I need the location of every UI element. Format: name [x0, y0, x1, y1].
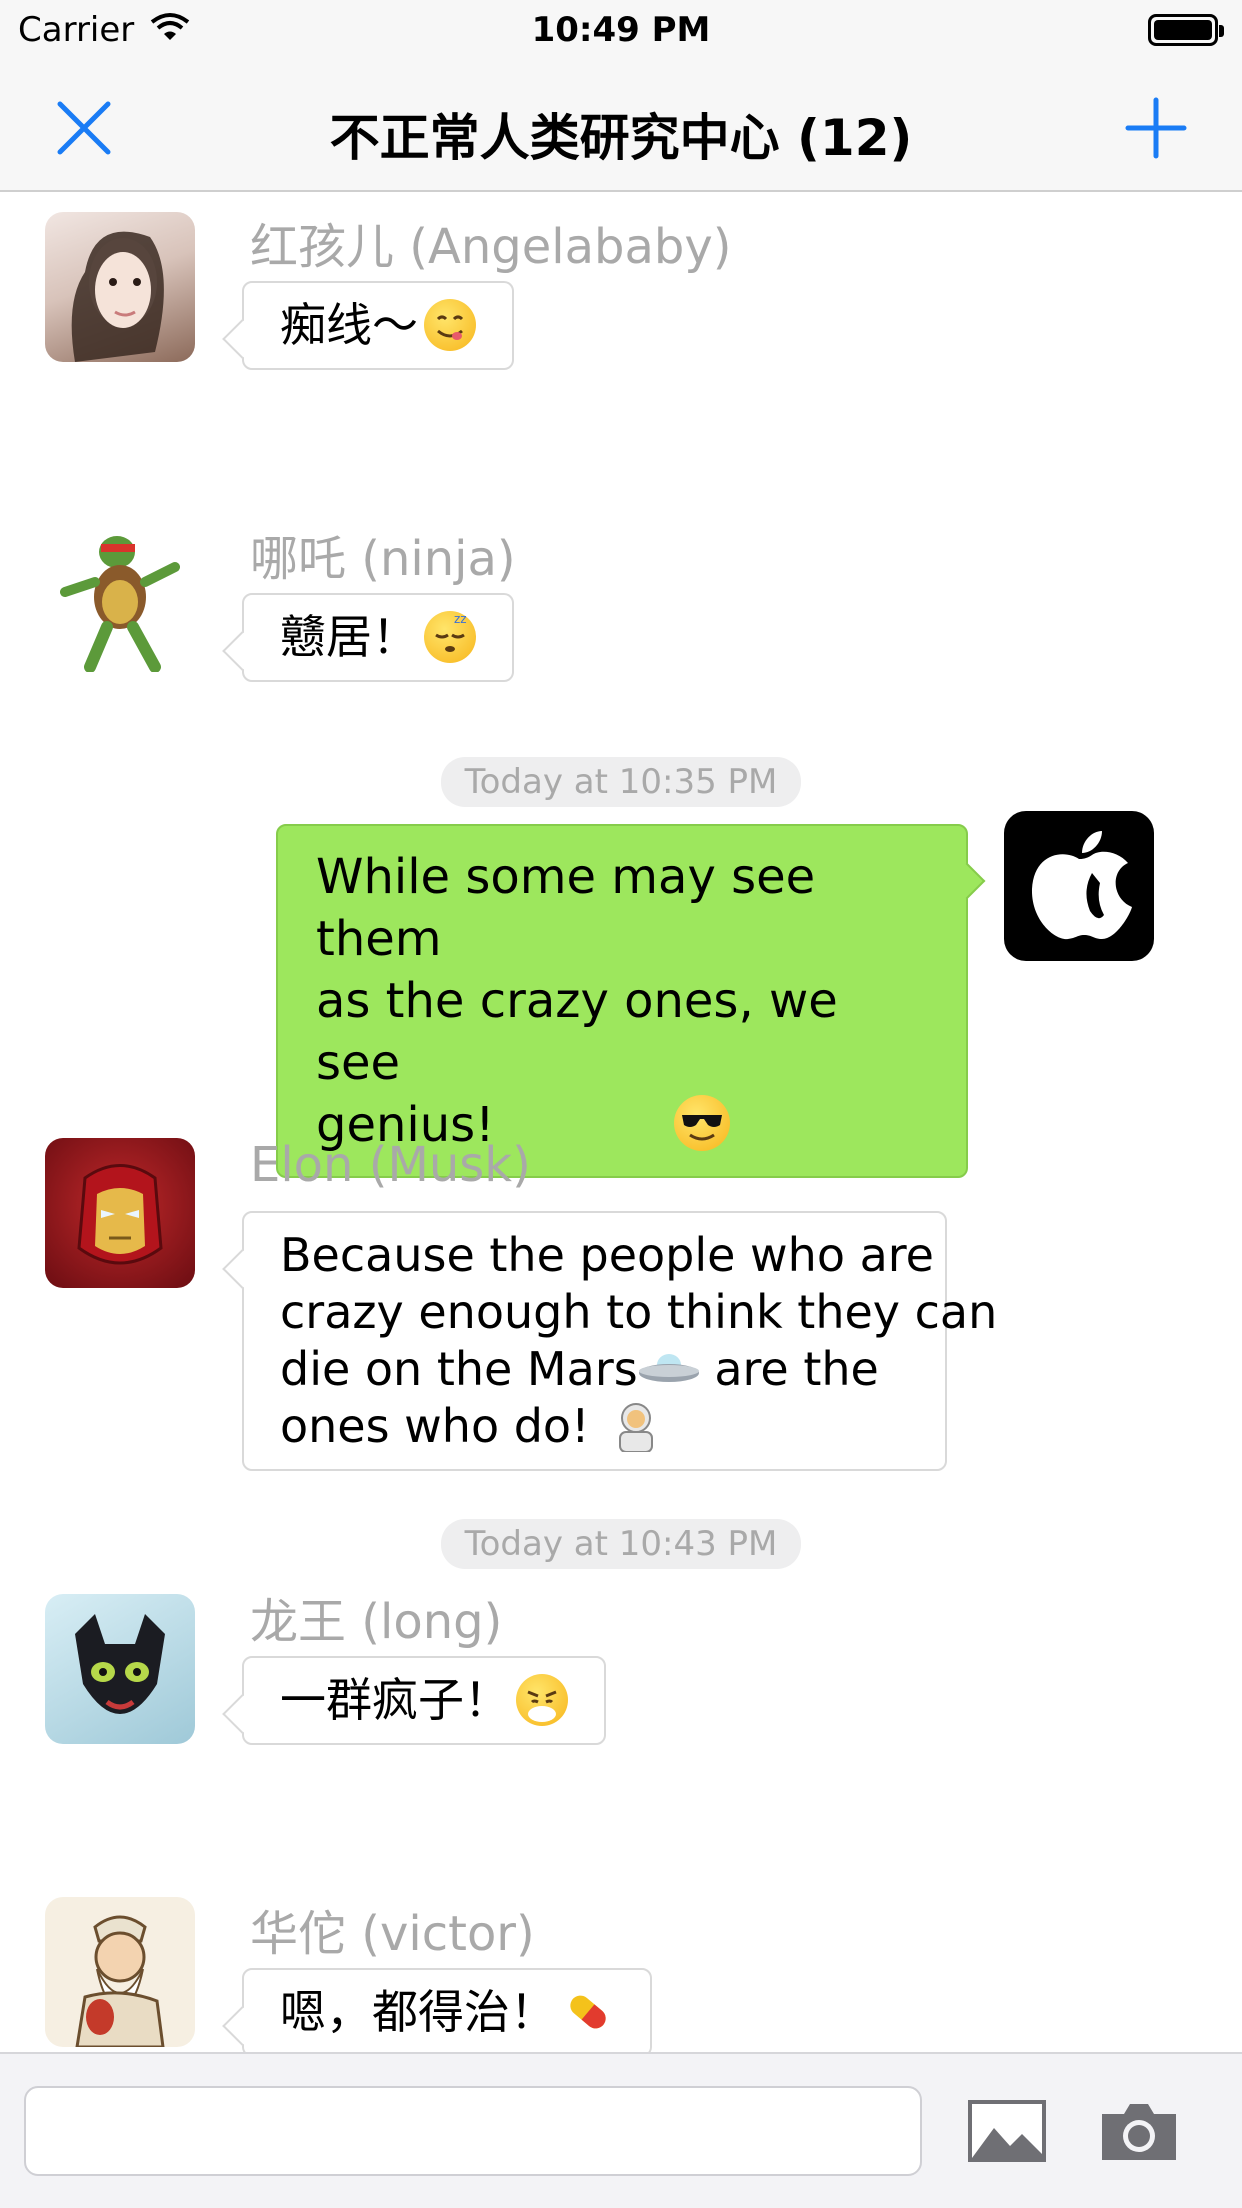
sleeping-face-emoji: zz: [424, 611, 476, 663]
timestamp-label: Today at 10:35 PM: [440, 757, 802, 807]
astronaut-emoji: [610, 1400, 662, 1453]
sender-name: Elon (Musk): [250, 1137, 531, 1193]
message-text-line: as the crazy ones, we see: [316, 973, 838, 1091]
svg-text:zz: zz: [454, 612, 467, 626]
sender-name: 龙王 (long): [250, 1594, 503, 1650]
outgoing-message-bubble[interactable]: While some may see them as the crazy one…: [276, 824, 968, 1178]
message-bubble[interactable]: 戆居！ zz: [242, 593, 514, 682]
sender-name: 哪吒 (ninja): [250, 531, 516, 587]
nav-bar: 不正常人类研究中心 (12): [0, 62, 1242, 192]
message-text: 戆居！: [280, 610, 418, 664]
avatar[interactable]: [45, 1897, 195, 2047]
avatar[interactable]: [45, 522, 195, 672]
camera-icon[interactable]: [1098, 2098, 1180, 2164]
message-list[interactable]: 红孩儿 (Angelababy) 痴线～ 哪吒 (ninja) 戆居！ zz To…: [0, 192, 1242, 2052]
sunglasses-face-emoji: [674, 1095, 731, 1151]
pill-emoji: [562, 1986, 614, 2038]
plus-icon[interactable]: [1124, 96, 1188, 160]
message-text-line: While some may see them: [316, 849, 816, 967]
steam-face-emoji: [516, 1674, 568, 1726]
message-text: 一群疯子！: [280, 1673, 510, 1727]
avatar[interactable]: [1004, 811, 1154, 961]
message-text-line: die on the Mars: [280, 1342, 638, 1396]
message-input[interactable]: [24, 2086, 922, 2176]
timestamp-label: Today at 10:43 PM: [440, 1519, 802, 1569]
avatar[interactable]: [45, 1594, 195, 1744]
message-text: 嗯，都得治！: [280, 1985, 556, 2039]
sender-name: 红孩儿 (Angelababy): [250, 219, 732, 275]
message-text-line: ones who do!: [280, 1399, 590, 1453]
status-time: 10:49 PM: [531, 10, 711, 50]
message-bubble[interactable]: 嗯，都得治！: [242, 1968, 652, 2052]
message-text-line: are the: [714, 1342, 879, 1396]
message-bubble[interactable]: 一群疯子！: [242, 1656, 606, 1745]
battery-icon: [1148, 14, 1224, 46]
page-title: 不正常人类研究中心 (12): [329, 109, 913, 167]
message-text-line: crazy enough to think they can: [280, 1285, 998, 1339]
status-bar: Carrier 10:49 PM: [0, 0, 1242, 62]
flying-saucer-emoji: [638, 1345, 700, 1385]
avatar[interactable]: [45, 212, 195, 362]
timestamp: Today at 10:43 PM: [0, 1519, 1242, 1569]
timestamp: Today at 10:35 PM: [0, 757, 1242, 807]
input-bar: [0, 2052, 1242, 2208]
sender-name: 华佗 (victor): [250, 1906, 535, 1962]
image-icon[interactable]: [966, 2098, 1048, 2164]
message-bubble[interactable]: Because the people who are crazy enough …: [242, 1211, 998, 1471]
message-text-line: Because the people who are: [280, 1228, 934, 1282]
yum-face-emoji: [424, 299, 476, 351]
avatar[interactable]: [45, 1138, 195, 1288]
message-text: 痴线～: [280, 298, 418, 352]
message-bubble[interactable]: 痴线～: [242, 281, 514, 370]
